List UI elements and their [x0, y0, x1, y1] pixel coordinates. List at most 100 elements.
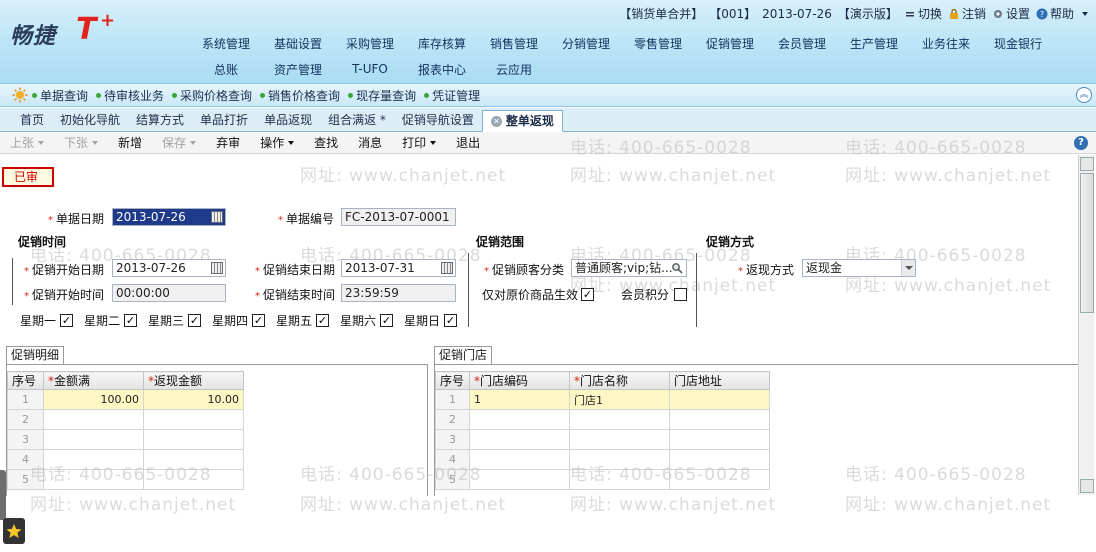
col-header-no[interactable]: 序号 — [435, 371, 470, 390]
weekday-checkbox-mon[interactable]: ✓ — [60, 314, 73, 327]
unapprove-button[interactable]: 弃审 — [216, 134, 240, 151]
menu-member[interactable]: 会员管理 — [766, 35, 838, 52]
scroll-up-icon[interactable] — [1080, 157, 1094, 171]
menu-distribution[interactable]: 分销管理 — [550, 35, 622, 52]
cashback-cell[interactable] — [143, 409, 244, 430]
menu-assets[interactable]: 资产管理 — [262, 61, 334, 78]
store-code-cell[interactable] — [469, 469, 570, 490]
table-row[interactable]: 3 — [435, 429, 770, 450]
menu-ledger[interactable]: 总账 — [190, 61, 262, 78]
store-address-cell[interactable] — [669, 449, 770, 470]
col-header-amount[interactable]: *金额满 — [43, 371, 144, 390]
shortcut-stock-query[interactable]: 现存量查询 — [348, 87, 416, 104]
help-icon[interactable]: ? — [1074, 136, 1088, 150]
switch-link[interactable]: 切换 — [904, 5, 942, 22]
table-row[interactable]: 1 1 门店1 — [435, 389, 770, 410]
shortcut-voucher[interactable]: 凭证管理 — [424, 87, 480, 104]
weekday-checkbox-tue[interactable]: ✓ — [124, 314, 137, 327]
store-address-cell[interactable] — [669, 469, 770, 490]
table-row[interactable]: 1 100.00 10.00 — [7, 389, 244, 410]
table-row[interactable]: 5 — [435, 469, 770, 490]
calendar-icon[interactable] — [211, 211, 223, 223]
cashback-cell[interactable]: 10.00 — [143, 389, 244, 410]
member-points-checkbox[interactable] — [674, 288, 687, 301]
message-button[interactable]: 消息 — [358, 134, 382, 151]
menu-basic-settings[interactable]: 基础设置 — [262, 35, 334, 52]
menu-sales[interactable]: 销售管理 — [478, 35, 550, 52]
col-header-store-name[interactable]: *门店名称 — [569, 371, 670, 390]
end-date-field[interactable]: 2013-07-31 — [341, 259, 456, 277]
shortcut-sales-price[interactable]: 销售价格查询 — [260, 87, 340, 104]
store-address-cell[interactable] — [669, 409, 770, 430]
original-price-only-checkbox[interactable]: ✓ — [581, 288, 594, 301]
table-row[interactable]: 2 — [435, 409, 770, 430]
menu-cash-bank[interactable]: 现金银行 — [982, 35, 1054, 52]
store-address-cell[interactable] — [669, 429, 770, 450]
tab-home[interactable]: 首页 — [12, 109, 52, 131]
cashback-cell[interactable] — [143, 429, 244, 450]
start-time-field[interactable]: 00:00:00 — [112, 284, 226, 302]
amount-cell[interactable] — [43, 449, 144, 470]
col-header-cashback[interactable]: *返现金额 — [143, 371, 244, 390]
close-icon[interactable]: ✕ — [490, 115, 502, 127]
favorites-button[interactable] — [3, 518, 25, 544]
table-row[interactable]: 2 — [7, 409, 244, 430]
shortcut-doc-query[interactable]: 单据查询 — [32, 87, 88, 104]
doc-no-field[interactable]: FC-2013-07-0001 — [341, 208, 456, 226]
prev-button[interactable]: 上张 — [10, 134, 45, 151]
menu-inventory[interactable]: 库存核算 — [406, 35, 478, 52]
chevron-down-icon[interactable] — [901, 260, 915, 276]
side-panel-handle[interactable] — [0, 470, 6, 520]
cashback-cell[interactable] — [143, 469, 244, 490]
store-code-cell[interactable] — [469, 449, 570, 470]
store-name-cell[interactable] — [569, 469, 670, 490]
store-name-cell[interactable] — [569, 449, 670, 470]
menu-production[interactable]: 生产管理 — [838, 35, 910, 52]
tab-item-cashback[interactable]: 单品返现 — [256, 109, 320, 131]
tab-item-discount[interactable]: 单品打折 — [192, 109, 256, 131]
logout-link[interactable]: 注销 — [948, 5, 986, 22]
shortcut-pending-review[interactable]: 待审核业务 — [96, 87, 164, 104]
doc-date-field[interactable]: 2013-07-26 — [112, 208, 226, 226]
weekday-checkbox-thu[interactable]: ✓ — [252, 314, 265, 327]
cashback-cell[interactable] — [143, 449, 244, 470]
help-link[interactable]: ? 帮助 — [1036, 5, 1088, 22]
store-code-cell[interactable] — [469, 409, 570, 430]
exit-button[interactable]: 退出 — [456, 134, 480, 151]
add-button[interactable]: 新增 — [118, 134, 142, 151]
table-row[interactable]: 3 — [7, 429, 244, 450]
detail-panel-tab[interactable]: 促销明细 — [6, 346, 65, 364]
amount-cell[interactable] — [43, 469, 144, 490]
weekday-checkbox-fri[interactable]: ✓ — [316, 314, 329, 327]
store-code-cell[interactable] — [469, 429, 570, 450]
tab-combo-return[interactable]: 组合满返 * — [320, 109, 394, 131]
table-row[interactable]: 4 — [435, 449, 770, 470]
store-name-cell[interactable] — [569, 429, 670, 450]
search-icon[interactable] — [671, 262, 683, 274]
col-header-store-address[interactable]: 门店地址 — [669, 371, 770, 390]
return-method-select[interactable]: 返现金 — [802, 259, 916, 277]
stores-panel-tab[interactable]: 促销门店 — [434, 346, 493, 364]
menu-cloud[interactable]: 云应用 — [478, 61, 550, 78]
save-button[interactable]: 保存 — [162, 134, 197, 151]
amount-cell[interactable]: 100.00 — [43, 389, 144, 410]
menu-tufo[interactable]: T-UFO — [334, 62, 406, 76]
store-name-cell[interactable]: 门店1 — [569, 389, 670, 410]
collapse-up-icon[interactable]: ︽ — [1076, 87, 1092, 103]
start-date-field[interactable]: 2013-07-26 — [112, 259, 226, 277]
next-button[interactable]: 下张 — [64, 134, 99, 151]
menu-system[interactable]: 系统管理 — [190, 35, 262, 52]
scroll-thumb[interactable] — [1080, 173, 1094, 313]
scroll-down-icon[interactable] — [1080, 479, 1094, 493]
menu-retail[interactable]: 零售管理 — [622, 35, 694, 52]
amount-cell[interactable] — [43, 409, 144, 430]
table-row[interactable]: 4 — [7, 449, 244, 470]
vertical-scrollbar[interactable] — [1078, 155, 1094, 495]
menu-purchase[interactable]: 采购管理 — [334, 35, 406, 52]
store-address-cell[interactable] — [669, 389, 770, 410]
end-time-field[interactable]: 23:59:59 — [341, 284, 456, 302]
tab-init-nav[interactable]: 初始化导航 — [52, 109, 128, 131]
amount-cell[interactable] — [43, 429, 144, 450]
weekday-checkbox-sun[interactable]: ✓ — [444, 314, 457, 327]
col-header-store-code[interactable]: *门店编码 — [469, 371, 570, 390]
